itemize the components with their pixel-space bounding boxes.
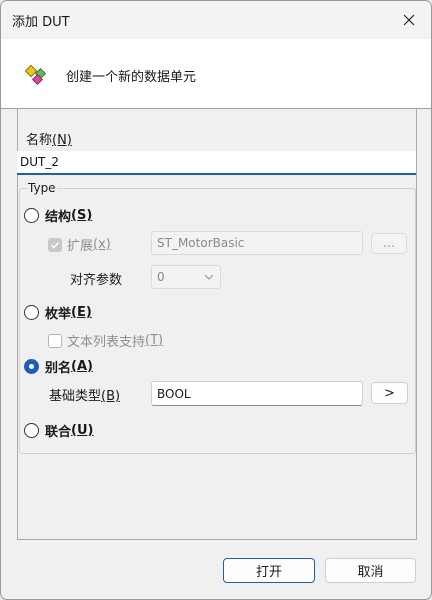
extends-browse-button[interactable]: ...	[371, 233, 407, 254]
radio-union[interactable]: 联合 (U)	[24, 421, 93, 440]
cancel-button[interactable]: 取消	[325, 558, 416, 583]
close-icon	[403, 14, 415, 26]
header-description: 创建一个新的数据单元	[66, 70, 197, 85]
textlist-check-indicator	[48, 333, 62, 348]
type-legend: Type	[27, 181, 57, 195]
extends-input: ST_MotorBasic	[151, 231, 363, 255]
extends-checkbox[interactable]: 扩展 (x)	[48, 235, 111, 254]
radio-enumeration[interactable]: 枚举 (E)	[24, 303, 92, 322]
radio-structure-indicator	[24, 208, 39, 223]
open-button[interactable]: 打开	[223, 558, 315, 583]
window-title: 添加 DUT	[12, 15, 70, 30]
radio-enumeration-indicator	[24, 305, 39, 320]
name-label: 名称(N)	[26, 133, 72, 148]
base-type-input[interactable]: BOOL	[151, 381, 363, 406]
base-type-label: 基础类型(B)	[49, 389, 121, 404]
alignment-label: 对齐参数	[70, 273, 123, 288]
name-input[interactable]	[17, 151, 416, 175]
base-type-browse-button[interactable]: >	[371, 382, 408, 404]
extends-check-indicator	[48, 237, 62, 252]
radio-union-indicator	[24, 423, 39, 438]
chevron-down-icon	[204, 274, 214, 280]
name-mnemonic: (N)	[52, 133, 72, 148]
textlist-checkbox[interactable]: 文本列表支持 (T)	[48, 331, 163, 350]
footer-divider	[17, 539, 417, 540]
radio-alias-indicator	[24, 359, 39, 374]
add-dut-dialog: 添加 DUT 创建一个新的数据单元 名称(N) Type 结构(S) 扩展(x)…	[0, 0, 432, 600]
header-band: 创建一个新的数据单元	[1, 39, 431, 109]
checkmark-icon	[50, 241, 60, 249]
alignment-select[interactable]: 0	[151, 265, 221, 289]
radio-alias[interactable]: 别名 (A)	[24, 357, 93, 376]
dut-icon	[25, 64, 47, 86]
close-button[interactable]	[395, 7, 423, 33]
radio-structure[interactable]: 结构 (S)	[24, 206, 92, 225]
title-bar: 添加 DUT	[1, 1, 431, 39]
